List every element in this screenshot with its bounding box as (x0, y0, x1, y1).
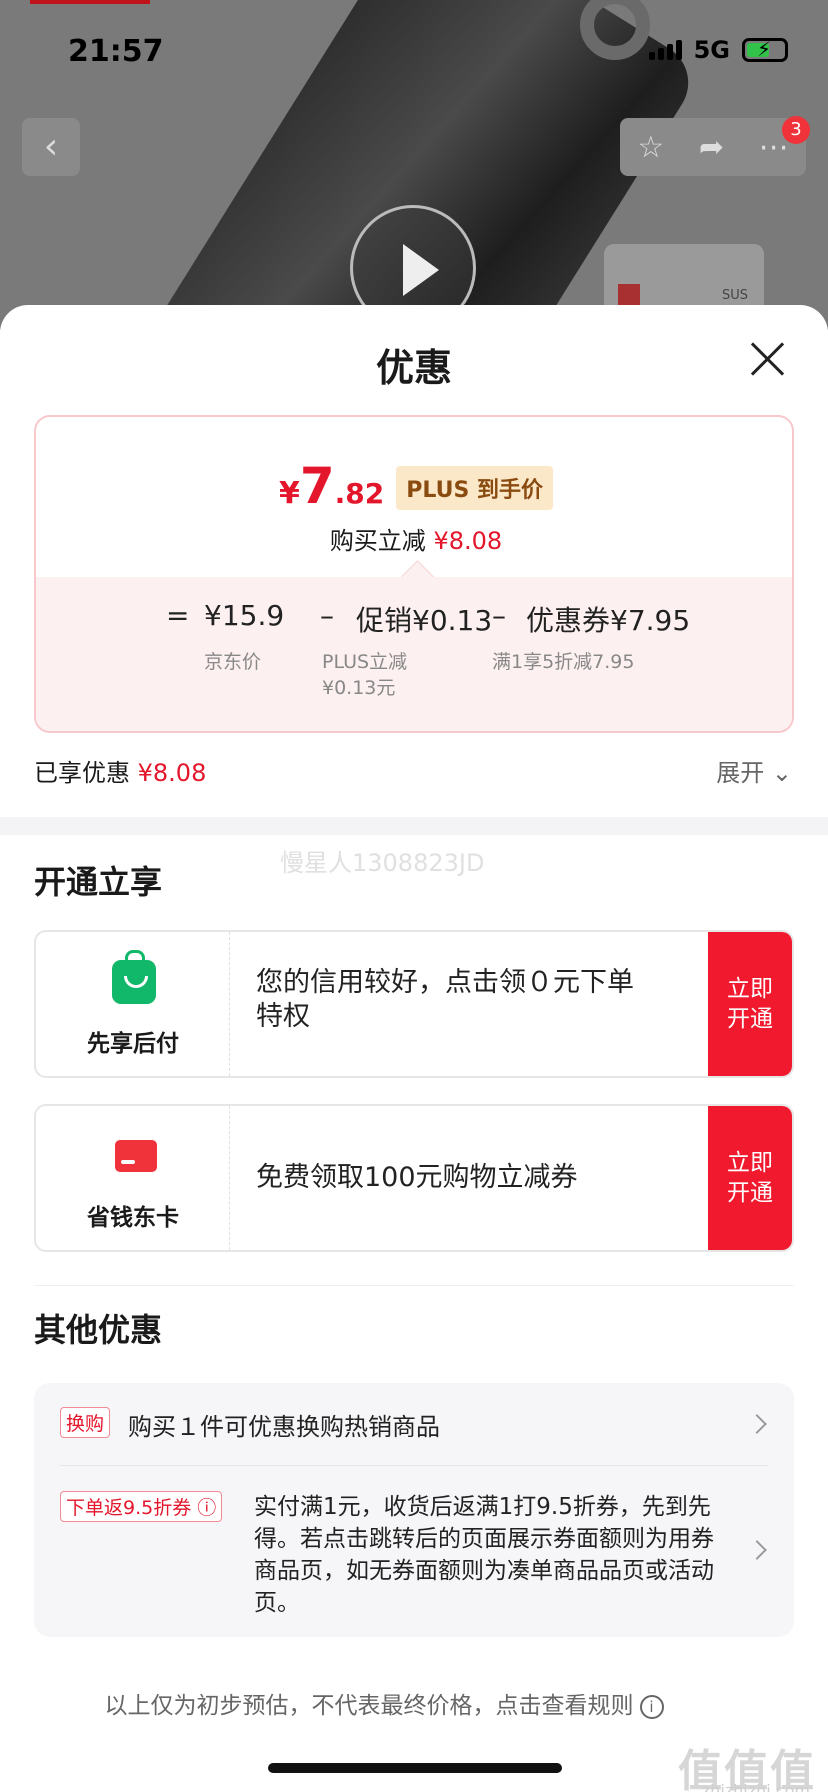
other-offers-list: 换购 购买１件可优惠换购热销商品 下单返9.5折券 ⓘ 实付满1元，收货后返满1… (34, 1383, 794, 1637)
promo-label: PLUS立减 (322, 651, 408, 673)
sheet-title: 优惠 (375, 346, 452, 390)
offer-text: 实付满1元，收货后返满1打9.5折券，先到先得。若点击跳转后的页面展示券面额则为… (254, 1494, 714, 1616)
price-summary: ¥7.82 PLUS 到手价 购买立减 ¥8.08 (36, 417, 792, 577)
product-backdrop: 21:57 5G ⚡ ‹ ☆ ➦ ⋯ 3 SUS (0, 0, 828, 330)
enjoyed-discount: 已享优惠 ¥8.08 (34, 759, 207, 787)
share-icon[interactable]: ➦ (699, 130, 724, 165)
minus-sign-2: – (492, 599, 506, 632)
offer-card-pay-later[interactable]: 先享后付 您的信用较好，点击领０元下单特权 立即 开通 (34, 930, 794, 1078)
offer-name: 省钱东卡 (87, 1205, 179, 1231)
card-icon (115, 1140, 157, 1172)
battery-icon: ⚡ (742, 37, 788, 62)
status-icons: 5G ⚡ (648, 36, 788, 64)
plus-price-tag: PLUS 到手价 (396, 466, 553, 510)
chevron-down-icon: ⌄ (771, 759, 792, 787)
activate-button[interactable]: 立即 开通 (708, 932, 792, 1076)
promo-label-amount: ¥0.13元 (322, 677, 396, 699)
price-card: ¥7.82 PLUS 到手价 购买立减 ¥8.08 = ¥15.9 – 促销¥0… (34, 415, 794, 733)
offer-brand: 先享后付 (36, 932, 230, 1076)
coupon-label: 满1享5折减7.95 (492, 651, 635, 673)
cart-count-badge: 3 (782, 116, 810, 144)
thumbnail-text: SUS (721, 288, 748, 303)
open-section-title: 开通立享 (34, 863, 163, 901)
final-price: ¥7.82 (278, 457, 385, 515)
equals-sign: = (166, 599, 190, 632)
rules-note[interactable]: 以上仅为初步预估，不代表最终价格，点击查看规则 i (0, 1686, 828, 1720)
offer-text: 购买１件可优惠换购热销商品 (128, 1413, 440, 1441)
section-divider (0, 817, 828, 835)
network-label: 5G (693, 36, 730, 64)
instant-savings: 购买立减 ¥8.08 (329, 527, 503, 555)
discount-sheet: 优惠 ¥7.82 PLUS 到手价 购买立减 ¥8.08 = ¥15.9 – 促… (0, 305, 828, 1792)
chevron-right-icon (747, 1540, 767, 1560)
star-icon[interactable]: ☆ (637, 130, 664, 165)
offer-name: 先享后付 (87, 1031, 179, 1057)
back-button[interactable]: ‹ (22, 118, 80, 176)
minus-sign-1: – (320, 599, 334, 632)
offer-description: 您的信用较好，点击领０元下单特权 (256, 967, 634, 1032)
row-divider (60, 1465, 768, 1466)
top-red-strip (30, 0, 150, 4)
offer-tag: 下单返9.5折券 ⓘ (60, 1491, 223, 1522)
offer-card-saving-card[interactable]: 省钱东卡 免费领取100元购物立减券 立即 开通 (34, 1104, 794, 1252)
offer-description: 免费领取100元购物立减券 (256, 1162, 578, 1193)
price-breakdown: = ¥15.9 – 促销¥0.13 – 优惠券¥7.95 京东价 PLUS立减 … (36, 577, 792, 731)
final-price-row: ¥7.82 PLUS 到手价 (36, 457, 792, 516)
info-icon: i (639, 1694, 664, 1719)
thumbnail-logo (618, 284, 640, 306)
expand-button[interactable]: 展开 ⌄ (716, 753, 792, 788)
base-price: ¥15.9 (204, 599, 285, 632)
user-watermark: 慢星人1308823JD (280, 849, 485, 877)
chevron-right-icon (747, 1414, 767, 1434)
status-time: 21:57 (68, 34, 164, 69)
offer-brand: 省钱东卡 (36, 1106, 230, 1250)
base-price-label: 京东价 (204, 651, 262, 673)
promo-amount: 促销¥0.13 (356, 604, 493, 637)
coupon-amount: 优惠券¥7.95 (526, 604, 691, 637)
chevron-left-icon: ‹ (43, 126, 59, 167)
shopping-bag-icon (112, 950, 156, 1004)
offer-tag: 换购 (60, 1407, 111, 1438)
divider (34, 1285, 794, 1286)
activate-button[interactable]: 立即 开通 (708, 1106, 792, 1250)
info-icon: ⓘ (197, 1497, 217, 1519)
close-icon[interactable] (748, 339, 788, 379)
other-section-title: 其他优惠 (34, 1311, 163, 1349)
signal-icon (648, 40, 682, 60)
home-indicator[interactable] (268, 1763, 562, 1773)
product-actions: ☆ ➦ ⋯ (620, 118, 806, 176)
site-watermark-url: zhizhizhi.com (701, 1781, 810, 1792)
